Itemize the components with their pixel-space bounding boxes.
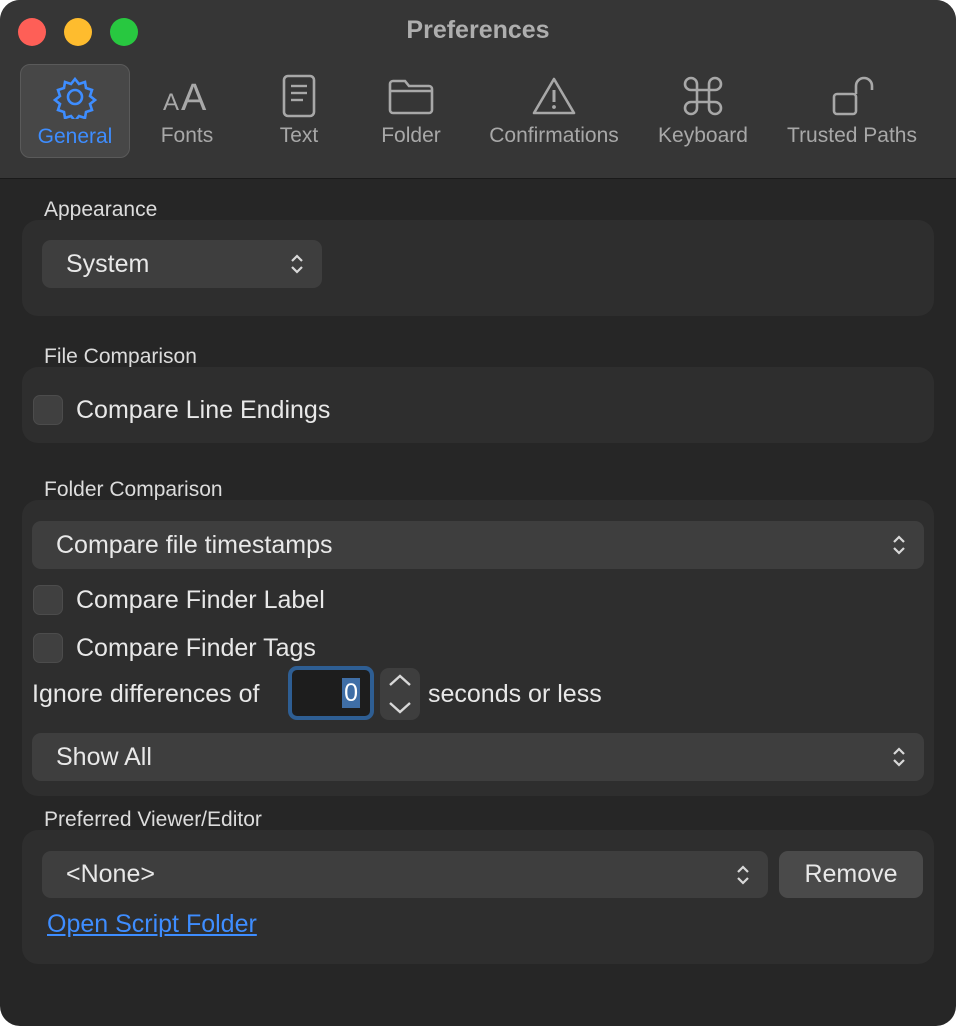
window-title: Preferences: [406, 16, 550, 44]
unlocked-icon: [776, 74, 928, 118]
remove-button[interactable]: Remove: [779, 851, 923, 898]
appearance-section-label: Appearance: [44, 198, 158, 221]
chevron-down-icon[interactable]: [380, 694, 420, 720]
appearance-popup[interactable]: System: [42, 240, 322, 288]
tab-text-label: Text: [279, 124, 319, 147]
tab-folder-label: Folder: [381, 124, 441, 147]
gear-icon: [21, 75, 129, 119]
chevron-up-down-icon: [291, 254, 303, 274]
command-icon: [650, 74, 756, 118]
compare-finder-label-text: Compare Finder Label: [76, 586, 325, 614]
open-script-folder-link[interactable]: Open Script Folder: [47, 910, 257, 939]
viewer-popup-value: <None>: [66, 860, 155, 888]
warning-icon: [477, 74, 631, 118]
compare-finder-tags-checkbox[interactable]: [33, 633, 63, 663]
tab-folder[interactable]: Folder: [361, 64, 461, 158]
folder-comparison-section-label: Folder Comparison: [44, 478, 223, 501]
tab-general[interactable]: General: [20, 64, 130, 158]
document-icon: [249, 74, 349, 118]
ignore-differences-suffix: seconds or less: [428, 680, 602, 708]
file-comparison-section-label: File Comparison: [44, 345, 197, 368]
toolbar: Preferences General A A Fonts Text Folde…: [0, 0, 956, 179]
ignore-seconds-field[interactable]: 0: [288, 666, 374, 720]
tab-trusted-paths[interactable]: Trusted Paths: [776, 64, 928, 158]
chevron-up-down-icon: [737, 864, 749, 885]
tab-fonts[interactable]: A A Fonts: [137, 64, 237, 158]
tab-general-label: General: [37, 125, 113, 148]
compare-finder-label-checkbox[interactable]: [33, 585, 63, 615]
folder-icon: [361, 74, 461, 118]
preferences-window: Preferences General A A Fonts Text Folde…: [0, 0, 956, 1026]
compare-finder-tags-text: Compare Finder Tags: [76, 634, 316, 662]
tab-confirmations-label: Confirmations: [489, 124, 619, 147]
ignore-seconds-value: 0: [342, 678, 360, 708]
fonts-icon: A A: [137, 74, 237, 118]
ignore-seconds-stepper[interactable]: [380, 668, 420, 720]
compare-method-value: Compare file timestamps: [56, 530, 333, 559]
viewer-popup[interactable]: <None>: [42, 851, 768, 898]
chevron-up-down-icon: [893, 747, 905, 767]
tab-keyboard[interactable]: Keyboard: [650, 64, 756, 158]
appearance-popup-value: System: [66, 249, 150, 278]
svg-text:A: A: [181, 77, 207, 116]
viewer-section-label: Preferred Viewer/Editor: [44, 808, 262, 831]
svg-text:A: A: [163, 89, 179, 116]
compare-line-endings-label: Compare Line Endings: [76, 396, 331, 424]
tab-keyboard-label: Keyboard: [658, 124, 748, 147]
tab-text[interactable]: Text: [249, 64, 349, 158]
chevron-up-icon[interactable]: [380, 668, 420, 694]
ignore-differences-prefix: Ignore differences of: [32, 680, 260, 708]
compare-method-popup[interactable]: Compare file timestamps: [32, 521, 924, 569]
tab-confirmations[interactable]: Confirmations: [477, 64, 631, 158]
filter-popup-value: Show All: [56, 742, 152, 771]
filter-popup[interactable]: Show All: [32, 733, 924, 781]
compare-line-endings-checkbox[interactable]: [33, 395, 63, 425]
tab-fonts-label: Fonts: [160, 124, 214, 147]
chevron-up-down-icon: [893, 535, 905, 555]
tab-trusted-paths-label: Trusted Paths: [787, 124, 917, 147]
